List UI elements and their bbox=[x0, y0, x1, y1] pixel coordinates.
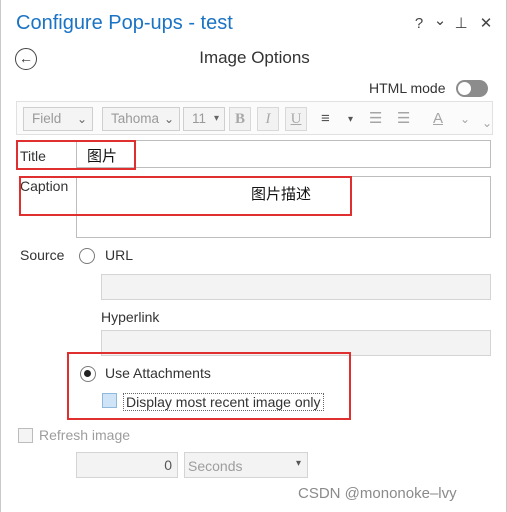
hyperlink-input[interactable] bbox=[101, 330, 491, 356]
bullet-list-icon[interactable]: ☰ bbox=[369, 108, 382, 130]
font-family-select[interactable]: Tahoma ⌄ bbox=[102, 107, 180, 131]
url-label: URL bbox=[105, 247, 134, 263]
hyperlink-label: Hyperlink bbox=[101, 309, 160, 325]
field-select-value: Field bbox=[32, 111, 62, 126]
font-size-value: 11 bbox=[192, 111, 207, 126]
source-label: Source bbox=[20, 247, 65, 263]
close-icon[interactable]: ✕ bbox=[477, 14, 495, 34]
display-recent-label: Display most recent image only bbox=[123, 393, 324, 411]
refresh-interval-value: 0 bbox=[164, 457, 172, 473]
italic-button[interactable]: I bbox=[257, 107, 279, 131]
toolbar-overflow-icon[interactable]: ⌄ bbox=[482, 112, 492, 134]
caption-label: Caption bbox=[20, 178, 69, 194]
font-family-value: Tahoma bbox=[111, 111, 160, 126]
bold-button[interactable]: B bbox=[229, 107, 251, 131]
refresh-image-checkbox[interactable] bbox=[18, 428, 33, 443]
chevron-down-icon: ⌄ bbox=[76, 112, 87, 126]
display-recent-checkbox[interactable] bbox=[102, 393, 117, 408]
watermark: CSDN @mononoke–lvy bbox=[298, 485, 457, 502]
refresh-unit-select[interactable]: Seconds ▾ bbox=[184, 452, 308, 478]
help-button[interactable]: ? bbox=[412, 14, 426, 34]
toggle-knob bbox=[458, 82, 471, 95]
chevron-down-icon[interactable]: ⌄ bbox=[433, 11, 447, 31]
underline-button[interactable]: U bbox=[285, 107, 307, 131]
dropdown-arrow-icon: ▾ bbox=[213, 113, 219, 124]
text-format-toolbar: Field ⌄ Tahoma ⌄ 11 ▾ B I U ≡ ▾ ☰ ☰ A ⌄ … bbox=[16, 101, 493, 135]
use-attachments-radio[interactable] bbox=[80, 366, 96, 382]
dropdown-arrow-icon[interactable]: ▾ bbox=[348, 109, 353, 131]
caption-textarea[interactable]: 图片描述 bbox=[76, 176, 491, 238]
align-left-icon[interactable]: ≡ bbox=[321, 108, 330, 130]
use-attachments-label: Use Attachments bbox=[105, 365, 211, 381]
dropdown-arrow-icon: ▾ bbox=[295, 458, 301, 469]
pane-title-bar: Configure Pop-ups - test ? ⌄ ⊥ ✕ bbox=[1, 0, 507, 44]
pin-icon[interactable]: ⊥ bbox=[454, 14, 468, 34]
refresh-unit-value: Seconds bbox=[188, 458, 243, 474]
refresh-image-label: Refresh image bbox=[39, 427, 131, 443]
numbered-list-icon[interactable]: ☰ bbox=[397, 108, 410, 130]
chevron-down-icon[interactable]: ⌄ bbox=[460, 108, 470, 130]
configure-popups-pane: Configure Pop-ups - test ? ⌄ ⊥ ✕ ← Image… bbox=[0, 0, 507, 512]
html-mode-label: HTML mode bbox=[369, 80, 446, 96]
font-size-select[interactable]: 11 ▾ bbox=[183, 107, 225, 131]
chevron-down-icon: ⌄ bbox=[163, 112, 174, 126]
html-mode-toggle[interactable] bbox=[456, 80, 488, 97]
caption-textarea-value: 图片描述 bbox=[251, 185, 312, 203]
font-color-icon[interactable]: A bbox=[433, 108, 443, 130]
pane-title: Configure Pop-ups - test bbox=[16, 12, 233, 34]
title-input-value: 图片 bbox=[87, 147, 118, 165]
url-input[interactable] bbox=[101, 274, 491, 300]
title-input[interactable]: 图片 bbox=[76, 140, 491, 168]
panel-heading: Image Options bbox=[199, 48, 310, 67]
field-select[interactable]: Field ⌄ bbox=[23, 107, 93, 131]
radio-selected-dot bbox=[84, 370, 91, 377]
refresh-interval-input[interactable]: 0 bbox=[76, 452, 178, 478]
title-label: Title bbox=[20, 148, 46, 164]
url-radio[interactable] bbox=[79, 248, 95, 264]
